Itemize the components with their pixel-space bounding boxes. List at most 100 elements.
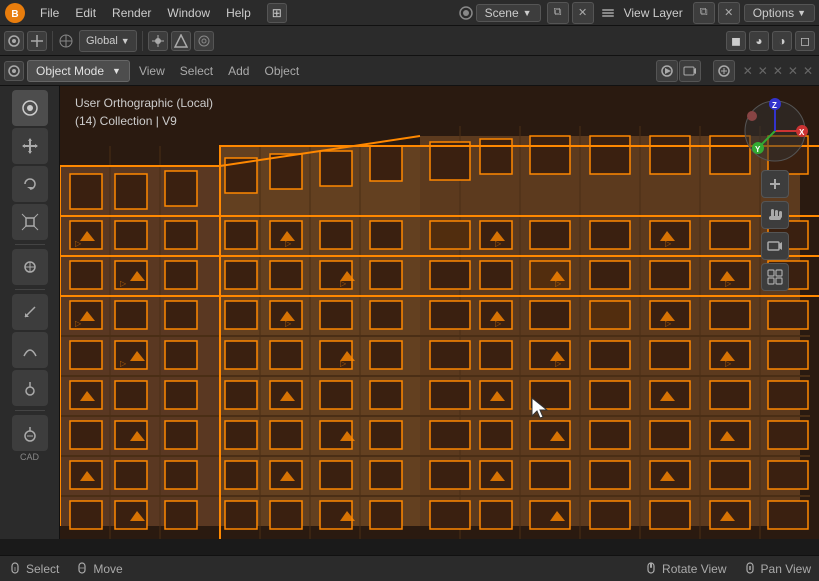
svg-text:▷: ▷: [555, 359, 562, 368]
overlay-x1[interactable]: ✕: [741, 63, 755, 79]
scene-close-icon[interactable]: ✕: [572, 2, 594, 24]
overlay-x2[interactable]: ✕: [756, 63, 770, 79]
menu-edit[interactable]: Edit: [67, 4, 104, 22]
blender-logo-icon[interactable]: B: [4, 2, 26, 24]
move-icon[interactable]: [27, 31, 47, 51]
svg-text:▷: ▷: [665, 319, 672, 328]
toolbar-transform-tool[interactable]: [12, 249, 48, 285]
toolbar-rotate-tool[interactable]: [12, 166, 48, 202]
cad-tool-label: CAD: [20, 453, 39, 463]
svg-text:▷: ▷: [75, 239, 82, 248]
object-menu[interactable]: Object: [258, 60, 305, 82]
view-layer-icon: [600, 5, 616, 21]
viewport-options-group: [656, 60, 701, 82]
transform-icon: [58, 33, 74, 49]
menu-help[interactable]: Help: [218, 4, 259, 22]
svg-text:X: X: [799, 128, 805, 137]
rotate-mouse-icon: [644, 562, 658, 576]
bottom-pan-view[interactable]: Pan View: [743, 562, 811, 576]
svg-text:▷: ▷: [285, 319, 292, 328]
pan-view-label: Pan View: [761, 562, 811, 576]
select-mouse-icon: [8, 562, 22, 576]
toolbar-ruler-tool[interactable]: [12, 370, 48, 406]
viewport-area: ▷ ▷ ▷ ▷ ▷ ▷ ▷ ▷ ▷ ▷ ▷ ▷ ▷ ▷ ▷ ▷: [0, 86, 819, 539]
hand-pan-btn[interactable]: [761, 201, 789, 229]
grid-view-btn[interactable]: [761, 263, 789, 291]
overlay-toggles: ✕ ✕ ✕ ✕ ✕: [741, 63, 815, 79]
second-toolbar: Global ▼ ◼ ◕ ◑ ◻: [0, 26, 819, 56]
menu-file[interactable]: File: [32, 4, 67, 22]
toolbar-move-tool[interactable]: [12, 128, 48, 164]
toolbar-cad-tool[interactable]: [12, 415, 48, 451]
overlay-icons: ✕ ✕ ✕ ✕ ✕: [713, 60, 815, 82]
mode-bar: Object Mode ▼ View Select Add Object ✕ ✕…: [0, 56, 819, 86]
scene-icon: [458, 5, 474, 21]
view-type-label: User Orthographic (Local): [75, 94, 213, 112]
svg-text:▷: ▷: [495, 319, 502, 328]
options-button[interactable]: Options ▼: [744, 4, 815, 22]
camera-view-btn[interactable]: [761, 232, 789, 260]
svg-text:▷: ▷: [120, 279, 127, 288]
shading-rendered-icon[interactable]: ◑: [772, 31, 792, 51]
left-sidebar: CAD: [0, 86, 60, 539]
navigation-gizmo[interactable]: X Y Z: [740, 96, 810, 166]
svg-text:▷: ▷: [495, 239, 502, 248]
view-layer-close-icon[interactable]: ✕: [718, 2, 740, 24]
move-mouse-icon: [75, 562, 89, 576]
scene-expand-icon[interactable]: ⧉: [547, 2, 569, 24]
snap-icon[interactable]: [171, 31, 191, 51]
right-toolbar-icons: [761, 170, 789, 291]
object-mode-selector[interactable]: Object Mode ▼: [27, 60, 130, 82]
workspace-icon[interactable]: ⊞: [267, 3, 287, 23]
svg-text:▷: ▷: [340, 359, 347, 368]
menu-render[interactable]: Render: [104, 4, 159, 22]
add-menu[interactable]: Add: [222, 60, 255, 82]
scene-selector[interactable]: Scene ▼: [476, 4, 541, 22]
rotate-view-label: Rotate View: [662, 562, 726, 576]
viewport-info: User Orthographic (Local) (14) Collectio…: [75, 94, 213, 130]
object-mode-icon[interactable]: [4, 61, 24, 81]
svg-text:▷: ▷: [75, 319, 82, 328]
select-label: Select: [26, 562, 59, 576]
menu-window[interactable]: Window: [159, 4, 218, 22]
overlay-x5[interactable]: ✕: [801, 63, 815, 79]
shading-solid-icon[interactable]: ◼: [726, 31, 746, 51]
view-layer-expand-icon[interactable]: ⧉: [693, 2, 715, 24]
toolbar-cursor-tool[interactable]: [12, 90, 48, 126]
overlay-x3[interactable]: ✕: [771, 63, 785, 79]
svg-text:▷: ▷: [665, 239, 672, 248]
show-overlays-btn[interactable]: [713, 60, 735, 82]
pan-mouse-icon: [743, 562, 757, 576]
sidebar-divider-2: [15, 289, 45, 290]
zoom-in-btn[interactable]: [761, 170, 789, 198]
select-menu[interactable]: Select: [174, 60, 219, 82]
sidebar-divider-3: [15, 410, 45, 411]
shading-material-icon[interactable]: ◕: [749, 31, 769, 51]
svg-text:▷: ▷: [725, 359, 732, 368]
viewport-camera-icon[interactable]: [679, 60, 701, 82]
move-label: Move: [93, 562, 122, 576]
bottom-rotate-view[interactable]: Rotate View: [644, 562, 726, 576]
svg-text:Z: Z: [772, 101, 777, 110]
right-gizmo: X Y Z: [735, 96, 815, 291]
transform-orientation-selector[interactable]: Global ▼: [79, 30, 137, 52]
svg-text:▷: ▷: [340, 279, 347, 288]
cursor-icon[interactable]: [4, 31, 24, 51]
toolbar-measure-tool[interactable]: [12, 332, 48, 368]
bottom-move[interactable]: Move: [75, 562, 122, 576]
sidebar-divider-1: [15, 244, 45, 245]
overlay-x4[interactable]: ✕: [786, 63, 800, 79]
svg-text:▷: ▷: [120, 359, 127, 368]
viewport-render-icon[interactable]: [656, 60, 678, 82]
proportional-edit-icon[interactable]: [194, 31, 214, 51]
bottom-bar: Select Move Rotate View Pan View: [0, 555, 819, 581]
toolbar-scale-tool[interactable]: [12, 204, 48, 240]
toolbar-annotate-tool[interactable]: [12, 294, 48, 330]
collection-label: (14) Collection | V9: [75, 112, 213, 130]
view-layer-label: View Layer: [618, 6, 689, 20]
pivot-icon[interactable]: [148, 31, 168, 51]
bottom-select[interactable]: Select: [8, 562, 59, 576]
shading-toggle-icon[interactable]: ◻: [795, 31, 815, 51]
svg-text:▷: ▷: [285, 239, 292, 248]
view-menu[interactable]: View: [133, 60, 171, 82]
